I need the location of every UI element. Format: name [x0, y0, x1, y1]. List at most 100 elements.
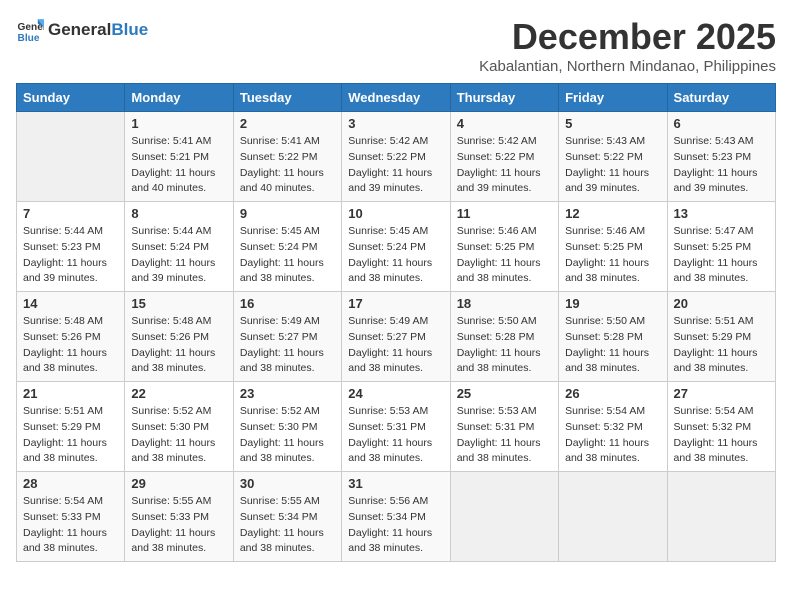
day-number: 12	[565, 206, 660, 221]
day-info: Sunrise: 5:55 AMSunset: 5:34 PMDaylight:…	[240, 494, 335, 557]
calendar-cell: 16Sunrise: 5:49 AMSunset: 5:27 PMDayligh…	[233, 292, 341, 382]
day-info: Sunrise: 5:41 AMSunset: 5:21 PMDaylight:…	[131, 134, 226, 197]
day-info: Sunrise: 5:51 AMSunset: 5:29 PMDaylight:…	[23, 404, 118, 467]
sunset-text: Sunset: 5:30 PM	[131, 420, 226, 436]
day-info: Sunrise: 5:50 AMSunset: 5:28 PMDaylight:…	[457, 314, 552, 377]
calendar-cell: 17Sunrise: 5:49 AMSunset: 5:27 PMDayligh…	[342, 292, 450, 382]
sunset-text: Sunset: 5:22 PM	[240, 150, 335, 166]
day-number: 30	[240, 476, 335, 491]
daylight-text: Daylight: 11 hours and 38 minutes.	[457, 346, 552, 378]
sunset-text: Sunset: 5:32 PM	[565, 420, 660, 436]
daylight-text: Daylight: 11 hours and 38 minutes.	[23, 346, 118, 378]
day-number: 8	[131, 206, 226, 221]
sunrise-text: Sunrise: 5:46 AM	[565, 224, 660, 240]
sunrise-text: Sunrise: 5:51 AM	[674, 314, 769, 330]
calendar-week-row: 28Sunrise: 5:54 AMSunset: 5:33 PMDayligh…	[17, 472, 776, 562]
weekday-header-row: SundayMondayTuesdayWednesdayThursdayFrid…	[17, 84, 776, 112]
weekday-header-saturday: Saturday	[667, 84, 775, 112]
sunset-text: Sunset: 5:22 PM	[457, 150, 552, 166]
calendar-cell: 28Sunrise: 5:54 AMSunset: 5:33 PMDayligh…	[17, 472, 125, 562]
sunset-text: Sunset: 5:29 PM	[23, 420, 118, 436]
day-number: 25	[457, 386, 552, 401]
sunrise-text: Sunrise: 5:42 AM	[348, 134, 443, 150]
calendar-cell	[17, 112, 125, 202]
day-number: 23	[240, 386, 335, 401]
day-info: Sunrise: 5:41 AMSunset: 5:22 PMDaylight:…	[240, 134, 335, 197]
day-info: Sunrise: 5:54 AMSunset: 5:33 PMDaylight:…	[23, 494, 118, 557]
calendar-cell: 5 Sunrise: 5:43 AMSunset: 5:22 PMDaylight…	[559, 112, 667, 202]
day-number: 22	[131, 386, 226, 401]
calendar-cell: 24Sunrise: 5:53 AMSunset: 5:31 PMDayligh…	[342, 382, 450, 472]
calendar-cell: 19Sunrise: 5:50 AMSunset: 5:28 PMDayligh…	[559, 292, 667, 382]
daylight-text: Daylight: 11 hours and 38 minutes.	[348, 346, 443, 378]
daylight-text: Daylight: 11 hours and 38 minutes.	[23, 526, 118, 558]
daylight-text: Daylight: 11 hours and 39 minutes.	[348, 166, 443, 198]
day-info: Sunrise: 5:49 AMSunset: 5:27 PMDaylight:…	[348, 314, 443, 377]
day-info: Sunrise: 5:47 AMSunset: 5:25 PMDaylight:…	[674, 224, 769, 287]
calendar-cell: 8 Sunrise: 5:44 AMSunset: 5:24 PMDaylight…	[125, 202, 233, 292]
day-number: 4	[457, 116, 552, 131]
day-info: Sunrise: 5:44 AMSunset: 5:24 PMDaylight:…	[131, 224, 226, 287]
sunrise-text: Sunrise: 5:55 AM	[131, 494, 226, 510]
sunset-text: Sunset: 5:33 PM	[131, 510, 226, 526]
daylight-text: Daylight: 11 hours and 39 minutes.	[674, 166, 769, 198]
weekday-header-thursday: Thursday	[450, 84, 558, 112]
weekday-header-friday: Friday	[559, 84, 667, 112]
day-info: Sunrise: 5:45 AMSunset: 5:24 PMDaylight:…	[240, 224, 335, 287]
calendar-cell	[450, 472, 558, 562]
daylight-text: Daylight: 11 hours and 38 minutes.	[348, 256, 443, 288]
daylight-text: Daylight: 11 hours and 38 minutes.	[131, 346, 226, 378]
calendar-cell: 4Sunrise: 5:42 AMSunset: 5:22 PMDaylight…	[450, 112, 558, 202]
sunrise-text: Sunrise: 5:50 AM	[565, 314, 660, 330]
sunset-text: Sunset: 5:24 PM	[240, 240, 335, 256]
calendar-week-row: 1Sunrise: 5:41 AMSunset: 5:21 PMDaylight…	[17, 112, 776, 202]
calendar-cell: 13Sunrise: 5:47 AMSunset: 5:25 PMDayligh…	[667, 202, 775, 292]
sunset-text: Sunset: 5:30 PM	[240, 420, 335, 436]
daylight-text: Daylight: 11 hours and 38 minutes.	[565, 436, 660, 468]
sunrise-text: Sunrise: 5:48 AM	[23, 314, 118, 330]
day-info: Sunrise: 5:46 AMSunset: 5:25 PMDaylight:…	[565, 224, 660, 287]
daylight-text: Daylight: 11 hours and 38 minutes.	[131, 526, 226, 558]
day-number: 16	[240, 296, 335, 311]
calendar-cell: 25Sunrise: 5:53 AMSunset: 5:31 PMDayligh…	[450, 382, 558, 472]
daylight-text: Daylight: 11 hours and 38 minutes.	[457, 436, 552, 468]
day-number: 21	[23, 386, 118, 401]
daylight-text: Daylight: 11 hours and 38 minutes.	[565, 346, 660, 378]
daylight-text: Daylight: 11 hours and 40 minutes.	[240, 166, 335, 198]
weekday-header-wednesday: Wednesday	[342, 84, 450, 112]
day-number: 19	[565, 296, 660, 311]
daylight-text: Daylight: 11 hours and 39 minutes.	[565, 166, 660, 198]
day-number: 7	[23, 206, 118, 221]
daylight-text: Daylight: 11 hours and 38 minutes.	[240, 346, 335, 378]
day-info: Sunrise: 5:46 AMSunset: 5:25 PMDaylight:…	[457, 224, 552, 287]
sunset-text: Sunset: 5:23 PM	[674, 150, 769, 166]
sunset-text: Sunset: 5:25 PM	[457, 240, 552, 256]
calendar-cell: 27Sunrise: 5:54 AMSunset: 5:32 PMDayligh…	[667, 382, 775, 472]
sunrise-text: Sunrise: 5:55 AM	[240, 494, 335, 510]
sunrise-text: Sunrise: 5:43 AM	[674, 134, 769, 150]
logo-general-text: General	[48, 20, 111, 40]
day-info: Sunrise: 5:51 AMSunset: 5:29 PMDaylight:…	[674, 314, 769, 377]
sunset-text: Sunset: 5:32 PM	[674, 420, 769, 436]
sunrise-text: Sunrise: 5:50 AM	[457, 314, 552, 330]
sunset-text: Sunset: 5:28 PM	[457, 330, 552, 346]
sunrise-text: Sunrise: 5:54 AM	[674, 404, 769, 420]
sunset-text: Sunset: 5:31 PM	[457, 420, 552, 436]
sunrise-text: Sunrise: 5:46 AM	[457, 224, 552, 240]
day-number: 3	[348, 116, 443, 131]
day-info: Sunrise: 5:54 AMSunset: 5:32 PMDaylight:…	[565, 404, 660, 467]
sunset-text: Sunset: 5:27 PM	[240, 330, 335, 346]
calendar-cell: 7 Sunrise: 5:44 AMSunset: 5:23 PMDaylight…	[17, 202, 125, 292]
calendar-cell	[667, 472, 775, 562]
sunset-text: Sunset: 5:25 PM	[674, 240, 769, 256]
calendar-cell: 30 Sunrise: 5:55 AMSunset: 5:34 PMDayligh…	[233, 472, 341, 562]
day-info: Sunrise: 5:43 AMSunset: 5:22 PMDaylight:…	[565, 134, 660, 197]
day-info: Sunrise: 5:52 AMSunset: 5:30 PMDaylight:…	[131, 404, 226, 467]
day-info: Sunrise: 5:44 AMSunset: 5:23 PMDaylight:…	[23, 224, 118, 287]
day-number: 5	[565, 116, 660, 131]
daylight-text: Daylight: 11 hours and 38 minutes.	[348, 436, 443, 468]
calendar-cell: 12 Sunrise: 5:46 AMSunset: 5:25 PMDayligh…	[559, 202, 667, 292]
sunset-text: Sunset: 5:23 PM	[23, 240, 118, 256]
day-info: Sunrise: 5:54 AMSunset: 5:32 PMDaylight:…	[674, 404, 769, 467]
daylight-text: Daylight: 11 hours and 39 minutes.	[23, 256, 118, 288]
